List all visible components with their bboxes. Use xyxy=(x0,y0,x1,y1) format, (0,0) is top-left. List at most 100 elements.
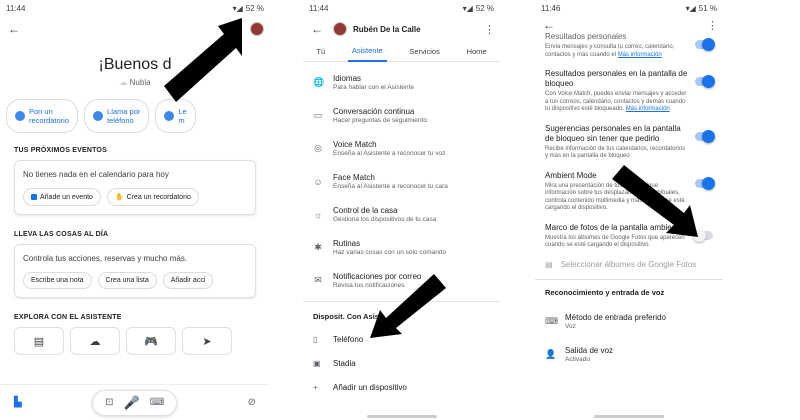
phone-icon: ▯ xyxy=(313,334,318,344)
section-carry-title: LLEVA LAS COSAS AL DÍA xyxy=(14,231,109,238)
explore-tile-weather[interactable]: ☁ xyxy=(70,327,120,355)
settings-list: 🌐 Idiomas Para hablar con el Asistente ▭ Co… xyxy=(303,66,500,297)
status-bar: 11:44 ▾◢ 52 % xyxy=(0,0,270,16)
setting-routines[interactable]: ✱ Rutinas Haz varias cosas con un solo com… xyxy=(303,231,500,264)
carry-card: Controla tus acciones, reservas y mucho … xyxy=(14,244,256,298)
more-info-link[interactable]: Más información xyxy=(618,52,662,58)
keyboard-icon[interactable]: ⌨ xyxy=(150,397,164,408)
explore-tile-navigation[interactable]: ➤ xyxy=(182,327,232,355)
status-time: 11:44 xyxy=(309,3,329,13)
setting-lockscreen-results[interactable]: Resultados personales en la pantalla de … xyxy=(535,69,723,114)
photo-album-icon: ▤ xyxy=(545,259,553,269)
more-options-icon[interactable]: ⋮ xyxy=(484,23,495,36)
chat-icon: ▭ xyxy=(313,110,323,120)
add-device-button[interactable]: + Añadir un dispositivo xyxy=(303,375,500,399)
person-voice-icon: 👤 xyxy=(545,348,557,359)
battery-level: 51 % xyxy=(698,3,717,13)
events-card: No tienes nada en el calendario para hoy… xyxy=(14,160,256,215)
profile-header: Rubén De la Calle xyxy=(333,22,421,36)
gesture-bar xyxy=(366,415,437,418)
assistant-settings-screen: 11:44 ▾◢ 52 % ← Rubén De la Calle ⋮ Tú As… xyxy=(303,0,500,420)
phone-icon xyxy=(93,111,104,121)
tab-you[interactable]: Tú xyxy=(312,42,329,62)
setting-input-method[interactable]: ⌨ Método de entrada preferido Voz xyxy=(535,305,723,338)
tab-bar: Tú Asistente Servicios Home xyxy=(303,42,500,62)
input-bar: ⊡ 🎤 ⌨ xyxy=(92,389,178,416)
back-arrow-icon[interactable]: ← xyxy=(541,18,557,32)
back-arrow-icon[interactable]: ← xyxy=(6,22,22,36)
hand-icon: ✋ xyxy=(114,194,124,201)
gamepad-icon: 🎮 xyxy=(144,335,158,348)
setting-continued-conversation[interactable]: ▭ Conversación continua Hacer preguntas de… xyxy=(303,99,500,132)
hand-icon xyxy=(15,111,25,121)
plus-icon: + xyxy=(313,382,318,392)
more-options-icon[interactable]: ⋮ xyxy=(707,19,718,32)
setting-face-match[interactable]: ☺ Face Match Enseña al Asistente a reconoc… xyxy=(303,165,500,198)
cloud-icon: ☁ xyxy=(89,335,101,348)
compass-icon[interactable]: ⊘ xyxy=(248,397,256,408)
signal-icon: ▾◢ xyxy=(232,3,243,13)
chip-call[interactable]: Llama por teléfono xyxy=(84,99,150,133)
explore-tile-news[interactable]: ▤ xyxy=(14,327,64,355)
add-event-button[interactable]: Añade un evento xyxy=(23,188,101,206)
voice-match-icon: ◎ xyxy=(314,143,322,153)
explore-tile-games[interactable]: 🎮 xyxy=(126,327,176,355)
calendar-icon xyxy=(31,194,37,200)
signal-icon: ▾◢ xyxy=(685,3,696,13)
tab-home[interactable]: Home xyxy=(463,42,491,62)
battery-level: 52 % xyxy=(475,3,494,13)
lens-icon[interactable]: ⊡ xyxy=(105,397,113,408)
stadia-icon: ▣ xyxy=(313,358,321,368)
mic-icon[interactable]: 🎤 xyxy=(124,395,140,411)
voice-header: Reconocimiento y entrada de voz xyxy=(535,278,723,305)
setting-home-control[interactable]: ☼ Control de la casa Gestiona los disposit… xyxy=(303,198,500,231)
routines-icon: ✱ xyxy=(314,242,322,252)
annotation-arrow-ambient xyxy=(612,165,698,237)
section-events-title: TUS PRÓXIMOS EVENTOS xyxy=(14,147,107,154)
news-icon: ▤ xyxy=(33,335,45,348)
navigation-icon: ➤ xyxy=(202,335,212,348)
status-bar: 11:46 ▾◢ 51 % xyxy=(535,0,723,16)
face-icon: ☺ xyxy=(313,176,323,187)
back-arrow-icon[interactable]: ← xyxy=(309,22,325,36)
create-reminder-button[interactable]: ✋ Crea un recordatorio xyxy=(106,188,199,206)
tab-services[interactable]: Servicios xyxy=(405,42,443,62)
events-text: No tienes nada en el calendario para hoy xyxy=(23,170,169,179)
toggle-lockscreen-suggestions[interactable] xyxy=(695,129,715,143)
status-time: 11:44 xyxy=(6,3,26,13)
keyboard-icon: ⌨ xyxy=(545,315,558,326)
chip-reminder[interactable]: Pon un recordatorio xyxy=(6,99,79,133)
setting-voice-output[interactable]: 👤 Salida de voz Activado xyxy=(535,338,723,371)
explore-tiles: ▤ ☁ 🎮 ➤ xyxy=(0,321,270,355)
more-info-link[interactable]: Más información xyxy=(626,106,670,112)
section-explore-title: EXPLORA CON EL ASISTENTE xyxy=(14,314,122,321)
status-bar: 11:44 ▾◢ 52 % xyxy=(303,0,500,16)
setting-lockscreen-suggestions[interactable]: Sugerencias personales en la pantalla de… xyxy=(535,124,723,161)
mail-icon: ✉ xyxy=(314,275,322,285)
cloud-icon: ☁ xyxy=(119,78,130,87)
setting-voice-match[interactable]: ◎ Voice Match Enseña al Asistente a recono… xyxy=(303,132,500,165)
create-list-button[interactable]: Crea una lista xyxy=(97,272,157,289)
battery-level: 52 % xyxy=(245,3,264,13)
tab-assistant[interactable]: Asistente xyxy=(347,42,387,62)
lightbulb-icon: ☼ xyxy=(313,209,323,220)
setting-languages[interactable]: 🌐 Idiomas Para hablar con el Asistente xyxy=(303,66,500,99)
add-action-button[interactable]: Añadir acci xyxy=(162,272,214,289)
status-time: 11:46 xyxy=(541,3,561,13)
globe-icon: 🌐 xyxy=(313,77,325,87)
snapshot-icon[interactable]: ▙ xyxy=(14,397,22,408)
setting-personal-results[interactable]: Resultados personales Envía mensajes y co… xyxy=(535,32,723,59)
profile-name: Rubén De la Calle xyxy=(353,24,421,34)
annotation-arrow-avatar xyxy=(164,18,242,102)
bottom-bar: ▙ ⊡ 🎤 ⌨ ⊘ xyxy=(0,384,270,420)
gesture-bar xyxy=(594,415,664,418)
annotation-arrow-phone xyxy=(370,274,446,338)
signal-icon: ▾◢ xyxy=(462,3,473,13)
device-stadia[interactable]: ▣ Stadia xyxy=(303,351,500,375)
carry-text: Controla tus acciones, reservas y mucho … xyxy=(23,254,188,263)
toggle-personal-results[interactable] xyxy=(695,38,715,51)
write-note-button[interactable]: Escribe una nota xyxy=(23,272,92,289)
avatar xyxy=(333,22,347,36)
select-albums: ▤ Seleccionar álbumes de Google Fotos xyxy=(545,259,697,269)
toggle-lockscreen-results[interactable] xyxy=(695,75,715,88)
